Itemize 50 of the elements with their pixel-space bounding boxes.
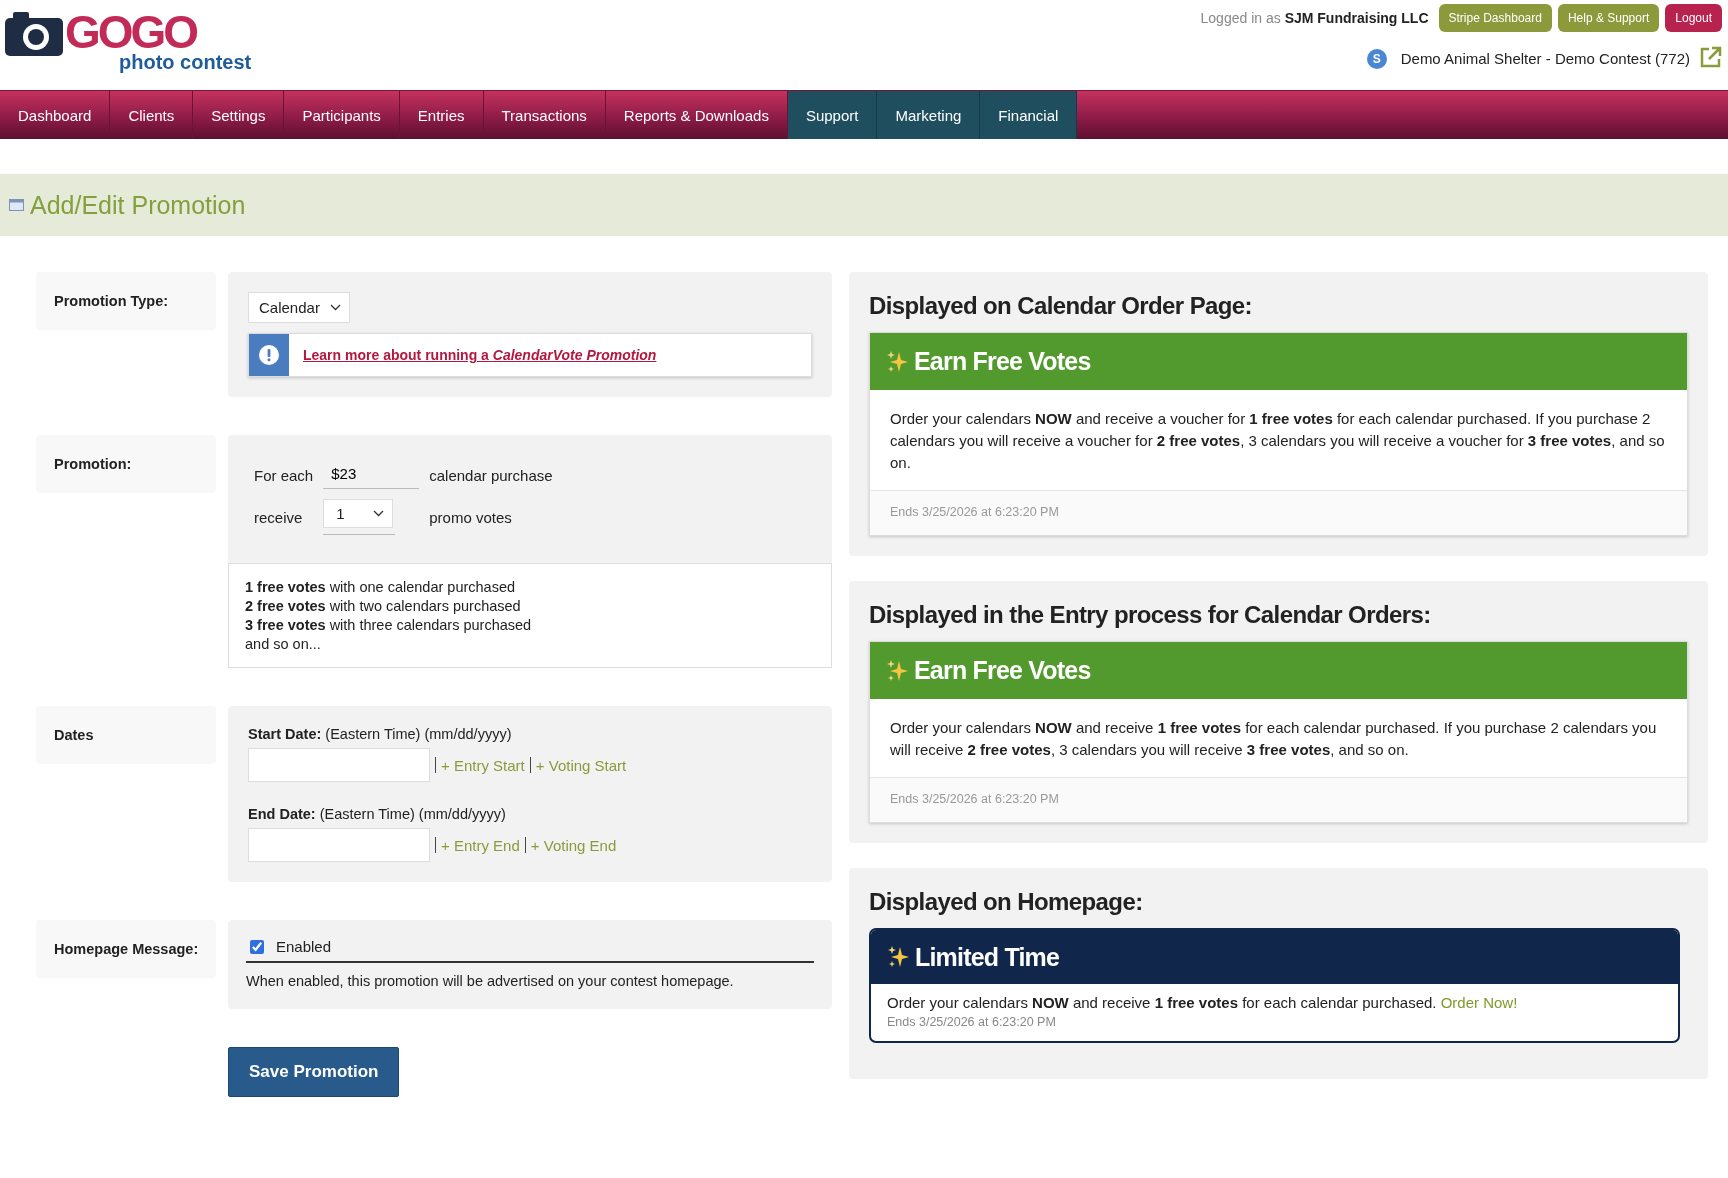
promo-text: Order your calendars NOW and receive 1 free votes for each calendar purchased. xyxy=(887,994,1437,1011)
preview-heading: Displayed on Homepage: xyxy=(869,888,1144,916)
field-label: Homepage Message: xyxy=(54,941,199,957)
logo-tagline: photo contest xyxy=(119,52,252,72)
preview-heading: Displayed in the Entry process for Calendar Orders: xyxy=(869,601,1432,629)
promo-text: Order your calendars NOW and receive 1 free votes for each calendar purchased. If you purchase 2 calendars you will receive 2 free votes, 3 calendars you will receive 3 free votes, and so on. xyxy=(890,719,1657,758)
votes-select[interactable]: 1 xyxy=(323,499,393,528)
preview-heading: Displayed on Calendar Order Page: xyxy=(869,292,1253,320)
end-date-text: Ends 3/25/2026 at 6:23:20 PM xyxy=(890,505,1059,519)
example-line: 1 free votes with one calendar purchased xyxy=(245,579,516,595)
page-title: Add/Edit Promotion xyxy=(30,190,246,220)
logo-wordmark: GOGO xyxy=(65,10,197,54)
nav-tab[interactable]: Dashboard xyxy=(0,91,111,139)
example-line: 2 free votes with two calendars purchased xyxy=(245,598,521,614)
promo-title: Limited Time xyxy=(915,942,1060,972)
field-label: Dates xyxy=(54,727,94,743)
nav-tab[interactable]: Entries xyxy=(399,91,484,139)
nav-tab[interactable]: Marketing xyxy=(877,91,981,139)
field-text: For each xyxy=(254,466,314,484)
help-text: When enabled, this promotion will be advertised on your contest homepage. xyxy=(246,973,734,989)
promo-title: Earn Free Votes xyxy=(914,656,1091,685)
field-label: Promotion Type: xyxy=(54,293,169,309)
save-button[interactable]: Save Promotion xyxy=(228,1047,400,1097)
field-text: receive xyxy=(254,508,304,526)
logout-button[interactable]: Logout xyxy=(1665,4,1722,32)
date-caption: Start Date: (Eastern Time) (mm/dd/yyyy) xyxy=(248,726,512,742)
end-date-text: Ends 3/25/2026 at 6:23:20 PM xyxy=(890,792,1059,806)
learn-more-link[interactable]: Learn more about running a CalendarVote Promotion xyxy=(303,347,657,363)
contest-badge: S xyxy=(1366,48,1387,69)
field-text: promo votes xyxy=(429,508,513,526)
promo-title: Earn Free Votes xyxy=(914,347,1091,376)
price-field[interactable]: $23 xyxy=(323,461,420,489)
nav-tab[interactable]: Clients xyxy=(110,91,194,139)
checkbox-label: Enabled xyxy=(276,938,332,955)
promotion-type-select[interactable]: Calendar xyxy=(248,292,350,323)
contest-name: Demo Animal Shelter - Demo Contest (772) xyxy=(1400,50,1690,67)
promo-text: Order your calendars NOW and receive a voucher for 1 free votes for each calendar purchased. If you purchase 2 calendars you will receive a voucher for 2 free votes, 3 calendars you will receive a voucher for 3 free votes, and so on. xyxy=(890,410,1665,471)
nav-tab[interactable]: Support xyxy=(787,91,878,139)
field-label: Promotion: xyxy=(54,456,132,472)
nav-tab[interactable]: Reports & Downloads xyxy=(605,91,788,139)
nav-tab[interactable]: Settings xyxy=(193,91,285,139)
logged-in-text: Logged in as SJM Fundraising LLC xyxy=(1200,10,1429,26)
nav-tab[interactable]: Participants xyxy=(284,91,400,139)
example-line: 3 free votes with three calendars purchased xyxy=(245,617,532,633)
end-date-text: Ends 3/25/2026 at 6:23:20 PM xyxy=(887,1015,1056,1029)
nav-tab[interactable]: Transactions xyxy=(483,91,606,139)
example-line: and so on... xyxy=(245,636,321,652)
date-caption: End Date: (Eastern Time) (mm/dd/yyyy) xyxy=(248,806,506,822)
nav-tab[interactable]: Financial xyxy=(980,91,1078,139)
field-text: calendar purchase xyxy=(429,466,554,484)
